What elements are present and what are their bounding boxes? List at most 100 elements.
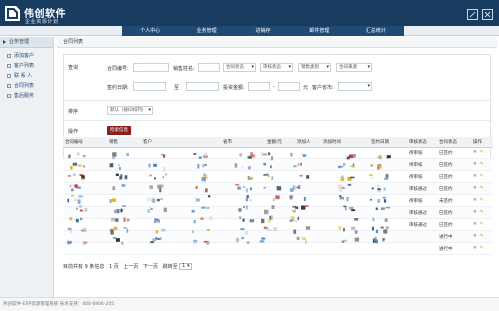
pager-page-value: 1	[182, 263, 186, 269]
table-row[interactable]: 待审核 已签约 ✕ ✎	[63, 147, 493, 160]
edit-row-icon[interactable]: ✎	[480, 210, 484, 215]
table-cell	[295, 158, 321, 172]
col-province[interactable]: 省市	[221, 137, 265, 148]
sidebar-item-customer-list[interactable]: 客户列表	[0, 61, 53, 71]
col-customer[interactable]: 客户	[141, 137, 221, 148]
delete-icon[interactable]: ✕	[473, 186, 477, 191]
invest-max-input[interactable]	[278, 82, 300, 91]
table-row[interactable]: 审核通过 已签约 ✕ ✎	[63, 218, 493, 232]
col-sales[interactable]: 销售	[107, 137, 141, 148]
table-cell	[63, 230, 107, 243]
delete-icon[interactable]: ✕	[473, 150, 477, 155]
edit-row-icon[interactable]: ✎	[480, 198, 484, 203]
review-status-select[interactable]: 审核状态	[260, 63, 293, 72]
contract-status-cell: 进行中	[437, 230, 471, 243]
query-label: 查询	[68, 65, 79, 71]
delete-icon[interactable]: ✕	[473, 222, 477, 227]
table-cell	[265, 230, 295, 243]
invest-min-input[interactable]	[248, 82, 270, 91]
table-row[interactable]: 待审核 未签约 ✕ ✎	[63, 194, 493, 208]
nav-personal-center[interactable]: 个人中心	[122, 26, 178, 36]
table-cell	[221, 194, 265, 208]
sort-select[interactable]: 默认（按ID排列）	[107, 106, 153, 115]
edit-row-icon[interactable]: ✎	[480, 162, 484, 167]
col-review-status[interactable]: 审核状态	[407, 137, 437, 148]
table-cell	[221, 206, 265, 220]
edit-row-icon[interactable]: ✎	[480, 150, 484, 155]
table-cell	[141, 194, 221, 208]
pager-page-info: 1 页	[108, 264, 119, 270]
sidebar-item-after-sales[interactable]: 售后服务	[0, 91, 53, 101]
edit-row-icon[interactable]: ✎	[480, 222, 484, 227]
col-contract-no[interactable]: 合同编号	[63, 137, 107, 148]
delete-icon[interactable]: ✕	[473, 162, 477, 167]
col-added-by[interactable]: 添加人	[295, 137, 321, 148]
contract-status-select[interactable]: 合同状态	[223, 63, 256, 72]
edit-row-icon[interactable]: ✎	[480, 246, 484, 251]
pager-next-link[interactable]: 下一页	[143, 264, 158, 270]
nav-inventory[interactable]: 进销存	[235, 26, 291, 36]
table-cell	[369, 182, 407, 196]
delete-icon[interactable]: ✕	[473, 174, 477, 179]
contract-no-input[interactable]	[133, 63, 169, 72]
delete-icon[interactable]: ✕	[473, 210, 477, 215]
table-cell	[107, 170, 141, 184]
range-dash: -	[273, 84, 275, 90]
fullscreen-icon[interactable]	[482, 9, 493, 20]
edit-row-icon[interactable]: ✎	[480, 234, 484, 239]
col-amount[interactable]: 金额/元	[265, 137, 295, 148]
edit-row-icon[interactable]: ✎	[480, 186, 484, 191]
sign-date-to-input[interactable]	[186, 82, 219, 91]
contract-status-cell: 已签约	[437, 158, 471, 172]
col-sign-date[interactable]: 签约日期	[369, 137, 407, 148]
sidebar-item-contacts[interactable]: 联 系 人	[0, 71, 53, 81]
table-cell	[63, 242, 107, 255]
search-button[interactable]: 检索信息	[107, 126, 131, 135]
table-row[interactable]: 审核通过 已签约 ✕ ✎	[63, 182, 493, 196]
sidebar-item-contract-list[interactable]: 合同列表	[0, 81, 53, 91]
table-cell	[265, 194, 295, 208]
sidebar-header[interactable]: 业务管理	[0, 37, 53, 48]
nav-mail[interactable]: 邮件管理	[291, 26, 347, 36]
pager-page-select[interactable]: 1 ▾	[179, 263, 193, 270]
table-row[interactable]: 进行中 ✕ ✎	[63, 242, 493, 255]
folder-icon	[7, 63, 11, 68]
table-cell	[295, 242, 321, 255]
sales-type-select[interactable]: 销售类别	[298, 63, 331, 72]
table-cell	[141, 218, 221, 232]
sort-label: 排序	[68, 109, 79, 115]
table-row[interactable]: 待审核 已签约 ✕ ✎	[63, 158, 493, 172]
review-status-cell: 审核通过	[407, 206, 437, 220]
table-cell	[321, 218, 369, 232]
table-cell	[221, 147, 265, 160]
col-actions: 操作	[471, 137, 493, 148]
actions-cell: ✕ ✎	[471, 147, 493, 160]
delete-icon[interactable]: ✕	[473, 234, 477, 239]
edit-icon[interactable]	[467, 9, 478, 20]
table-cell	[295, 218, 321, 232]
table-row[interactable]: 进行中 ✕ ✎	[63, 230, 493, 243]
table-cell	[141, 170, 221, 184]
delete-icon[interactable]: ✕	[473, 198, 477, 203]
edit-row-icon[interactable]: ✎	[480, 174, 484, 179]
table-row[interactable]: 待审核 已签约 ✕ ✎	[63, 170, 493, 184]
date-to-label: 至	[174, 85, 180, 91]
pagination: 目前共有 9 条信息 1 页 上一页 下一页 跳转至 1 ▾	[63, 263, 193, 270]
sidebar-item-add-customer[interactable]: 添加客户	[0, 51, 53, 61]
table-cell	[63, 170, 107, 184]
pager-prev-link[interactable]: 上一页	[123, 264, 138, 270]
sign-date-from-input[interactable]	[133, 82, 166, 91]
delete-icon[interactable]: ✕	[473, 246, 477, 251]
customer-province-select[interactable]	[338, 82, 372, 91]
nav-statistics[interactable]: 汇总统计	[348, 26, 404, 36]
table-cell	[107, 194, 141, 208]
invest-amount-label: 投资金额:	[223, 85, 245, 91]
sidebar-item-label: 售后服务	[14, 93, 35, 99]
contract-source-select[interactable]: 合同来源	[336, 63, 372, 72]
sales-name-input[interactable]	[198, 63, 220, 72]
col-contract-status[interactable]: 合同状态	[437, 137, 471, 148]
table-cell	[141, 242, 221, 255]
table-row[interactable]: 审核通过 已签约 ✕ ✎	[63, 206, 493, 220]
nav-business[interactable]: 业务管理	[178, 26, 234, 36]
col-added-time[interactable]: 添加时间	[321, 137, 369, 148]
